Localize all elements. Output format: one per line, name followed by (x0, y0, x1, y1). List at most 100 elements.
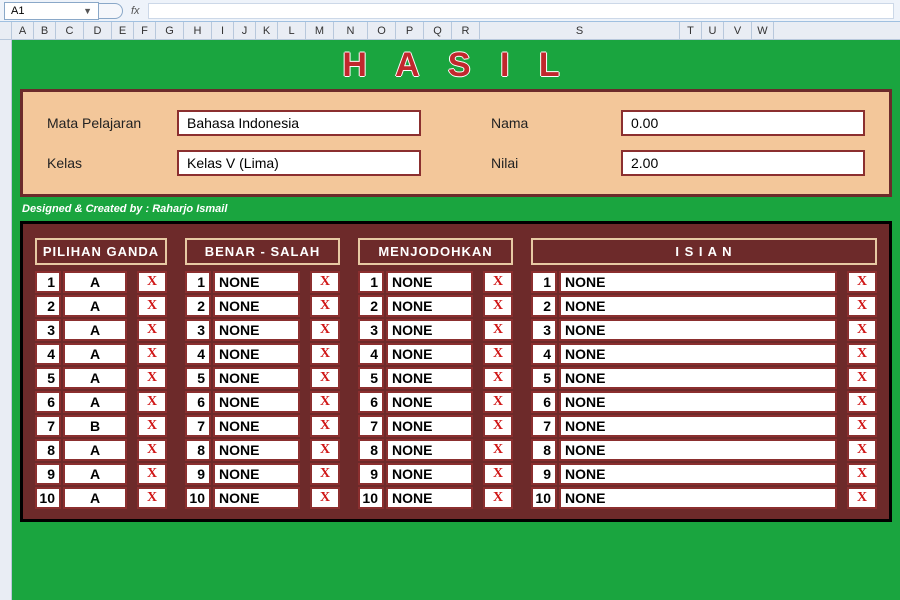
info-left-col: Mata Pelajaran Bahasa Indonesia Kelas Ke… (47, 110, 421, 176)
col-header-R[interactable]: R (452, 22, 480, 39)
gap (302, 439, 308, 461)
row-number: 7 (358, 415, 384, 437)
row-mark: X (847, 487, 877, 509)
row-mark: X (310, 319, 340, 341)
row-answer: NONE (559, 415, 837, 437)
table-row: 8NONEX (531, 439, 877, 461)
col-header-Q[interactable]: Q (424, 22, 452, 39)
row-answer: NONE (213, 463, 300, 485)
row-number: 4 (531, 343, 557, 365)
table-row: 2NONEX (531, 295, 877, 317)
table-row: 1NONEX (358, 271, 513, 293)
col-header-U[interactable]: U (702, 22, 724, 39)
row-number: 9 (358, 463, 384, 485)
col-header-A[interactable]: A (12, 22, 34, 39)
table-row: 1NONEX (185, 271, 340, 293)
info-right-col: Nama 0.00 Nilai 2.00 (491, 110, 865, 176)
row-mark: X (137, 439, 167, 461)
credit-text: Designed & Created by : Raharjo Ismail (22, 203, 890, 215)
row-number: 3 (35, 319, 61, 341)
row-answer: NONE (213, 295, 300, 317)
table-row: 2NONEX (185, 295, 340, 317)
col-header-E[interactable]: E (112, 22, 134, 39)
col-header-M[interactable]: M (306, 22, 334, 39)
row-answer: NONE (559, 295, 837, 317)
col-header-J[interactable]: J (234, 22, 256, 39)
table-row: 5NONE X (358, 367, 513, 389)
row-mark: X (847, 295, 877, 317)
table-row: 8NONEX (358, 439, 513, 461)
label-name: Nama (491, 115, 611, 131)
row-answer: NONE (386, 343, 473, 365)
row-answer: NONE (559, 487, 837, 509)
table-row: 1AX (35, 271, 167, 293)
table-row: 3NONEX (531, 319, 877, 341)
select-all-corner[interactable] (0, 22, 12, 39)
table-row: 3AX (35, 319, 167, 341)
row-number: 9 (185, 463, 211, 485)
worksheet[interactable]: H A S I L Mata Pelajaran Bahasa Indonesi… (0, 40, 900, 600)
gap (302, 295, 308, 317)
rows-mj: 1NONEX2NONEX3NONEX4NONEX5NONEX6NONEX7NON… (358, 271, 513, 509)
col-header-K[interactable]: K (256, 22, 278, 39)
col-header-H[interactable]: H (184, 22, 212, 39)
dropdown-icon[interactable]: ▼ (83, 6, 92, 16)
row-answer: NONE (386, 367, 473, 389)
fx-icon[interactable]: fx (131, 5, 140, 17)
row-answer: A (63, 391, 127, 413)
row-answer: NONE (213, 487, 300, 509)
row-number: 4 (185, 343, 211, 365)
row-mark: X (483, 367, 513, 389)
row-number: 5 (358, 367, 384, 389)
name-box[interactable]: A1 ▼ (4, 2, 99, 20)
row-answer: NONE (213, 271, 300, 293)
col-header-B[interactable]: B (34, 22, 56, 39)
col-header-G[interactable]: G (156, 22, 184, 39)
gap (475, 295, 481, 317)
row-mark: X (137, 415, 167, 437)
col-header-O[interactable]: O (368, 22, 396, 39)
table-row: 3NONEX (358, 319, 513, 341)
row-answer: A (63, 271, 127, 293)
row-answer: NONE (559, 271, 837, 293)
col-header-W[interactable]: W (752, 22, 774, 39)
gap (302, 463, 308, 485)
gap (475, 439, 481, 461)
row-answer: NONE (559, 367, 837, 389)
table-row: 9NONEX (531, 463, 877, 485)
row-mark: X (847, 343, 877, 365)
row-number: 1 (531, 271, 557, 293)
col-header-I[interactable]: I (212, 22, 234, 39)
row-mark: X (483, 487, 513, 509)
col-header-F[interactable]: F (134, 22, 156, 39)
row-mark: X (137, 367, 167, 389)
page-title: H A S I L (20, 46, 892, 85)
table-row: 5AX (35, 367, 167, 389)
gap (839, 295, 845, 317)
rows-bs: 1NONEX2NONEX3NONEX4NONEX5NONEX6NONEX7NON… (185, 271, 340, 509)
row-mark: X (483, 439, 513, 461)
col-header-S[interactable]: S (480, 22, 680, 39)
col-header-P[interactable]: P (396, 22, 424, 39)
table-row: 7NONEX (358, 415, 513, 437)
row-mark: X (310, 367, 340, 389)
name-box-expand[interactable] (99, 3, 123, 19)
row-mark: X (310, 343, 340, 365)
header-is: I S I A N (531, 238, 877, 265)
gap (129, 295, 135, 317)
col-header-L[interactable]: L (278, 22, 306, 39)
row-number: 9 (35, 463, 61, 485)
col-header-D[interactable]: D (84, 22, 112, 39)
row-number: 4 (358, 343, 384, 365)
section-menjodohkan: MENJODOHKAN 1NONEX2NONEX3NONEX4NONEX5NON… (358, 238, 513, 509)
row-number: 10 (35, 487, 61, 509)
col-header-V[interactable]: V (724, 22, 752, 39)
col-header-T[interactable]: T (680, 22, 702, 39)
formula-input[interactable] (148, 3, 894, 19)
row-mark: X (483, 319, 513, 341)
col-header-N[interactable]: N (334, 22, 368, 39)
col-header-C[interactable]: C (56, 22, 84, 39)
row-number: 5 (185, 367, 211, 389)
row-answer: B (63, 415, 127, 437)
info-row-score: Nilai 2.00 (491, 150, 865, 176)
